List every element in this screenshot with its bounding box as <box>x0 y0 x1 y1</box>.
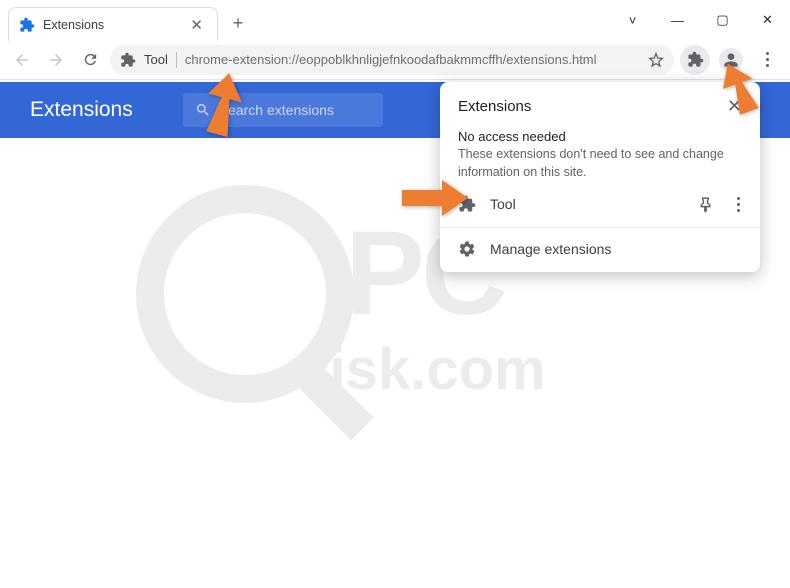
gear-icon <box>458 240 476 258</box>
pin-extension-button[interactable] <box>697 196 714 213</box>
nav-back-button[interactable] <box>8 46 36 74</box>
popup-title: Extensions <box>458 98 723 115</box>
window-minimize-button[interactable]: — <box>655 4 700 36</box>
annotation-arrow-icon <box>400 176 470 220</box>
window-close-button[interactable]: ✕ <box>745 4 790 36</box>
omnibox-url: chrome-extension://eoppoblkhnligjefnkood… <box>185 52 640 67</box>
browser-toolbar: Tool chrome-extension://eoppoblkhnligjef… <box>0 40 790 80</box>
extension-prefix-icon <box>120 52 136 68</box>
annotation-arrow-icon <box>708 62 768 122</box>
manage-extensions-label: Manage extensions <box>490 241 611 257</box>
browser-window: Extensions ✕ + ˅ — ▢ ✕ Tool chrome-exten… <box>0 0 790 588</box>
no-access-description: These extensions don't need to see and c… <box>458 146 742 181</box>
popup-no-access-section: No access needed These extensions don't … <box>440 127 760 185</box>
browser-tab[interactable]: Extensions ✕ <box>8 7 218 41</box>
tab-close-icon[interactable]: ✕ <box>186 16 207 34</box>
bookmark-star-icon[interactable] <box>648 52 664 68</box>
nav-reload-button[interactable] <box>76 46 104 74</box>
kebab-menu-icon <box>728 197 748 212</box>
tab-title: Extensions <box>43 18 186 32</box>
extension-puzzle-icon <box>19 17 35 33</box>
omnibox-prefix: Tool <box>144 52 168 67</box>
window-titlebar: Extensions ✕ + ˅ — ▢ ✕ <box>0 0 790 40</box>
extension-list-item[interactable]: Tool <box>440 185 760 223</box>
no-access-title: No access needed <box>458 129 742 144</box>
window-controls: ˅ — ▢ ✕ <box>610 0 790 40</box>
window-dropdown-icon[interactable]: ˅ <box>610 4 655 36</box>
window-maximize-button[interactable]: ▢ <box>700 4 745 36</box>
extension-item-menu-button[interactable] <box>728 197 748 212</box>
annotation-arrow-icon <box>185 72 255 142</box>
omnibox-separator <box>176 52 177 68</box>
extension-item-name: Tool <box>490 196 683 212</box>
page-title: Extensions <box>30 98 133 122</box>
new-tab-button[interactable]: + <box>224 9 252 37</box>
address-bar[interactable]: Tool chrome-extension://eoppoblkhnligjef… <box>110 45 674 75</box>
nav-forward-button[interactable] <box>42 46 70 74</box>
extensions-toolbar-button[interactable] <box>680 45 710 75</box>
manage-extensions-button[interactable]: Manage extensions <box>440 228 760 272</box>
